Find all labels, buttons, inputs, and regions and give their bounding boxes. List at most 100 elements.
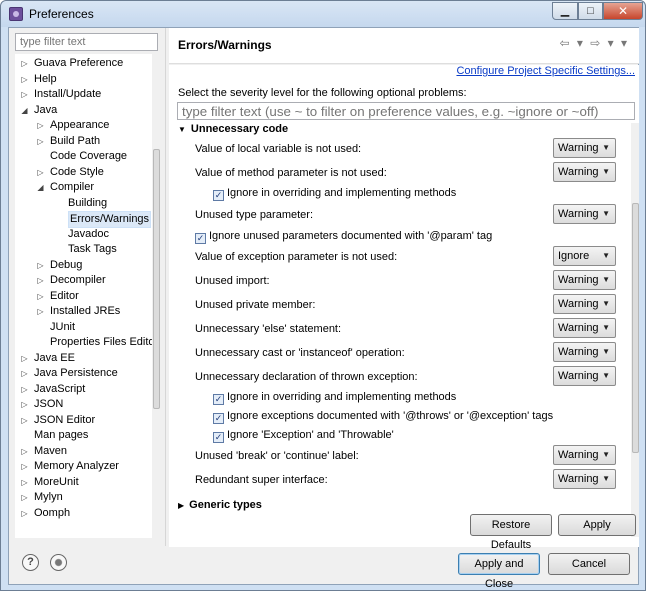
preference-filter-input[interactable]: [177, 102, 635, 120]
window-title: Preferences: [29, 7, 94, 21]
checkbox-ignore-exception-throwable[interactable]: ✓ Ignore 'Exception' and 'Throwable': [213, 429, 394, 443]
collapsed-twisty-icon[interactable]: ▷: [20, 382, 29, 397]
checkbox-ignore-throws-tag[interactable]: ✓ Ignore exceptions documented with '@thr…: [213, 410, 553, 424]
row-label: Unnecessary declaration of thrown except…: [195, 371, 418, 383]
collapsed-twisty-icon[interactable]: ▷: [20, 506, 29, 521]
eclipse-icon: [9, 7, 23, 21]
tree-item-label: Guava Preference: [34, 57, 124, 69]
row-label: Unused type parameter:: [195, 209, 314, 221]
apply-and-close-button[interactable]: Apply and Close: [458, 553, 540, 590]
severity-select[interactable]: Warning ▼: [553, 204, 616, 224]
severity-select[interactable]: Warning ▼: [553, 318, 616, 338]
tree-item-label: MoreUnit: [34, 475, 79, 488]
options-scrollbar[interactable]: [631, 123, 639, 537]
options-scroll-thumb[interactable]: [632, 203, 639, 453]
chevron-down-icon: ▼: [602, 275, 610, 284]
checkbox-label: Ignore in overriding and implementing me…: [227, 391, 457, 403]
collapsed-twisty-icon[interactable]: ▷: [20, 366, 29, 381]
tree-item-label: JSON: [34, 398, 64, 410]
tree-scrollbar[interactable]: [152, 54, 160, 538]
tree-item-label: Java EE: [34, 351, 75, 364]
row-label: Unnecessary 'else' statement:: [195, 323, 342, 335]
chevron-down-icon: ▼: [602, 299, 610, 308]
tree-item-label: Properties Files Edito: [50, 336, 155, 348]
checkbox-checked-icon: ✓: [213, 394, 224, 405]
preference-tree: ▷ Oomph ▷ Mylyn ▷ MoreUnit ▷ Memory Analyzer ▷ Ma…: [15, 54, 160, 538]
expanded-twisty-icon[interactable]: ◢: [20, 103, 29, 118]
section-unnecessary-code[interactable]: ▼ Unnecessary code: [178, 123, 288, 135]
apply-button[interactable]: Apply: [558, 514, 636, 536]
collapsed-twisty-icon[interactable]: ▷: [20, 475, 29, 490]
checkbox-checked-icon: ✓: [195, 233, 206, 244]
severity-description: Select the severity level for the follow…: [178, 87, 467, 99]
checkbox-ignore-overriding-throw[interactable]: ✓ Ignore in overriding and implementing m…: [213, 391, 456, 405]
tree-item-label: Java Persistence: [34, 367, 118, 379]
collapsed-twisty-icon[interactable]: ▷: [20, 72, 29, 87]
collapsed-twisty-icon[interactable]: ▷: [36, 304, 45, 319]
tree-item-label: Memory Analyzer: [34, 460, 119, 472]
collapsed-twisty-icon[interactable]: ▷: [36, 134, 45, 149]
pane-divider[interactable]: [165, 28, 166, 546]
tree-item-label: Man pages: [34, 429, 89, 441]
title-bar[interactable]: Preferences ▁ □ ✕: [1, 1, 645, 27]
severity-select[interactable]: Warning ▼: [553, 366, 616, 386]
severity-select[interactable]: Warning ▼: [553, 445, 616, 465]
collapsed-twisty-icon[interactable]: ▷: [36, 289, 45, 304]
collapsed-twisty-icon[interactable]: ▷: [36, 165, 45, 180]
configure-project-settings-link[interactable]: Configure Project Specific Settings...: [456, 65, 635, 77]
collapsed-twisty-icon[interactable]: ▷: [20, 56, 29, 71]
checkbox-ignore-overriding-param[interactable]: ✓ Ignore in overriding and implementing m…: [213, 187, 456, 201]
maximize-button[interactable]: □: [578, 2, 603, 20]
expanded-twisty-icon[interactable]: ◢: [36, 180, 45, 195]
severity-select[interactable]: Warning ▼: [553, 342, 616, 362]
chevron-down-icon: ▼: [602, 167, 610, 176]
collapsed-twisty-icon[interactable]: ▷: [20, 444, 29, 459]
tree-item-label: Building: [68, 196, 108, 209]
restore-defaults-button[interactable]: Restore Defaults: [470, 514, 552, 551]
record-icon[interactable]: [50, 554, 67, 571]
tree-scroll-thumb[interactable]: [153, 149, 160, 409]
checkbox-label: Ignore unused parameters documented with…: [209, 230, 493, 242]
collapsed-twisty-icon[interactable]: ▷: [20, 397, 29, 412]
collapsed-twisty-icon[interactable]: ▷: [36, 118, 45, 133]
severity-select[interactable]: Ignore ▼: [553, 246, 616, 266]
severity-value: Warning: [558, 346, 599, 358]
chevron-down-icon: ▼: [602, 143, 610, 152]
collapsed-twisty-icon[interactable]: ▷: [36, 258, 45, 273]
help-icon[interactable]: ?: [22, 554, 39, 571]
collapsed-twisty-icon[interactable]: ▷: [20, 459, 29, 474]
severity-value: Warning: [558, 298, 599, 310]
collapsed-twisty-icon[interactable]: ▷: [20, 351, 29, 366]
tree-item-label: Installed JREs: [50, 305, 121, 317]
tree-item-label: JUnit: [50, 320, 76, 333]
checkbox-ignore-param-tag[interactable]: ✓ Ignore unused parameters documented wit…: [195, 230, 492, 244]
minimize-button[interactable]: ▁: [552, 2, 578, 20]
severity-select[interactable]: Warning ▼: [553, 270, 616, 290]
severity-select[interactable]: Warning ▼: [553, 162, 616, 182]
checkbox-checked-icon: ✓: [213, 432, 224, 443]
severity-select[interactable]: Warning ▼: [553, 294, 616, 314]
severity-value: Warning: [558, 166, 599, 178]
severity-select[interactable]: Warning ▼: [553, 138, 616, 158]
collapsed-twisty-icon[interactable]: ▷: [20, 490, 29, 505]
back-forward-menu-icon[interactable]: ⇦ ▾ ⇨ ▾ ▾: [559, 36, 629, 50]
close-button[interactable]: ✕: [603, 2, 643, 20]
collapsed-twisty-icon[interactable]: ▷: [20, 413, 29, 428]
severity-value: Warning: [558, 322, 599, 334]
collapsed-twisty-icon[interactable]: ▷: [20, 87, 29, 102]
section-generic-types[interactable]: ▶ Generic types: [178, 499, 262, 511]
tree-filter-input[interactable]: [15, 33, 158, 51]
severity-value: Warning: [558, 449, 599, 461]
tree-item-label: Editor: [50, 289, 79, 302]
chevron-down-icon: ▼: [602, 371, 610, 380]
severity-select[interactable]: Warning ▼: [553, 469, 616, 489]
severity-value: Ignore: [558, 250, 590, 262]
severity-value: Warning: [558, 208, 599, 220]
chevron-down-icon: ▼: [602, 450, 610, 459]
checkbox-checked-icon: ✓: [213, 413, 224, 424]
tree-item-label: Help: [34, 72, 57, 85]
collapsed-twisty-icon[interactable]: ▷: [36, 273, 45, 288]
tree-item-label: Task Tags: [68, 243, 117, 255]
cancel-button[interactable]: Cancel: [548, 553, 630, 575]
row-label: Redundant super interface:: [195, 474, 328, 486]
